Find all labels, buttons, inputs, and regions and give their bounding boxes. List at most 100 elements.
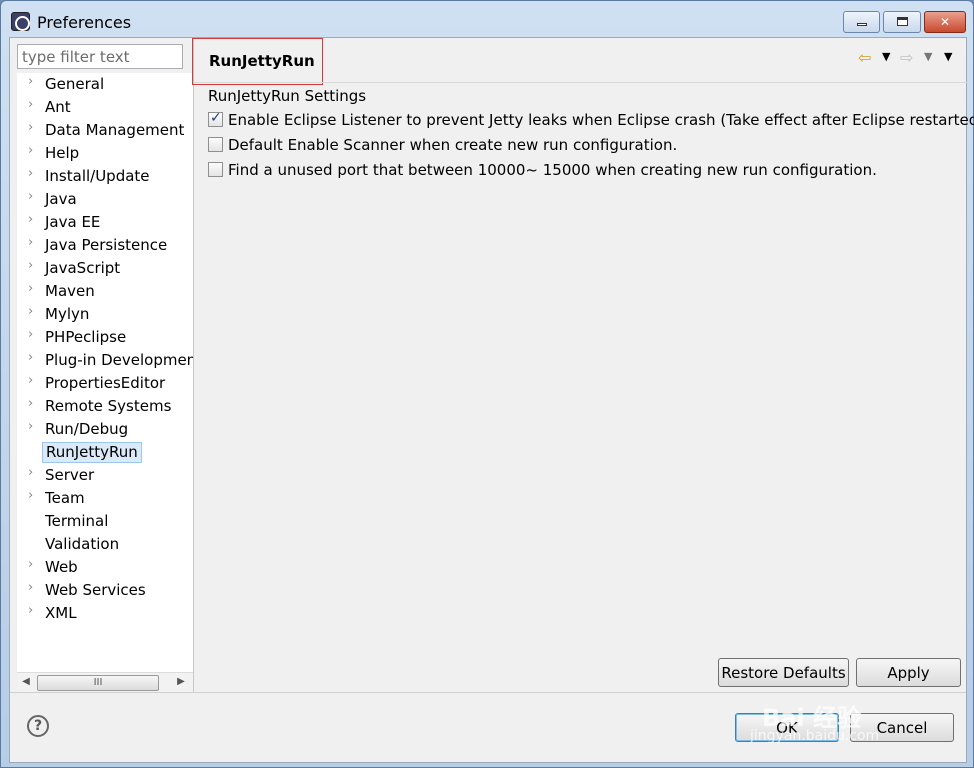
chevron-right-icon[interactable]: ›	[28, 166, 40, 181]
maximize-icon	[896, 17, 908, 26]
title-separator	[194, 82, 968, 83]
chevron-right-icon[interactable]: ›	[28, 396, 40, 411]
tree-item-label: XML	[45, 604, 77, 622]
tree-item[interactable]: › Web	[17, 556, 193, 579]
option-label: Find a unused port that between 10000~ 1…	[228, 161, 877, 179]
chevron-right-icon[interactable]: ›	[28, 488, 40, 503]
tree-item[interactable]: › Plug-in Development	[17, 349, 193, 372]
tree-item-label: Team	[45, 489, 85, 507]
preference-tree: › General › Ant › Data Management › Help › Instal…	[17, 73, 193, 693]
tree-item-label: Java EE	[45, 213, 101, 231]
scroll-thumb[interactable]: III	[37, 675, 159, 691]
forward-dropdown-icon[interactable]: ▼	[924, 50, 932, 63]
tree-item[interactable]: › Java Persistence	[17, 234, 193, 257]
tree-item-label: Help	[45, 144, 80, 162]
tree-item[interactable]: › Java EE	[17, 211, 193, 234]
chevron-right-icon[interactable]: ›	[28, 350, 40, 365]
dialog-client-area: › General › Ant › Data Management › Help › Instal…	[9, 37, 974, 763]
tree-item-label: Validation	[45, 535, 120, 553]
tree-item[interactable]: Validation	[17, 533, 193, 556]
filter-input[interactable]	[17, 44, 183, 69]
tree-item[interactable]: RunJettyRun	[17, 441, 193, 464]
tree-item[interactable]: › PHPeclipse	[17, 326, 193, 349]
tree-item[interactable]: › Remote Systems	[17, 395, 193, 418]
chevron-right-icon[interactable]: ›	[28, 258, 40, 273]
option-label: Enable Eclipse Listener to prevent Jetty…	[228, 111, 974, 129]
tree-item-label: JavaScript	[45, 259, 121, 277]
tree-item[interactable]: › Help	[17, 142, 193, 165]
tree-item-label: Web	[45, 558, 78, 576]
chevron-right-icon[interactable]: ›	[28, 120, 40, 135]
chevron-right-icon[interactable]: ›	[28, 327, 40, 342]
settings-section-label: RunJettyRun Settings	[208, 87, 367, 105]
checkbox[interactable]	[208, 137, 223, 152]
tree-item-label: PropertiesEditor	[45, 374, 166, 392]
view-menu-icon[interactable]: ▼	[944, 50, 952, 63]
chevron-right-icon[interactable]: ›	[28, 143, 40, 158]
forward-arrow-icon[interactable]: ⇨	[900, 48, 913, 67]
back-arrow-icon[interactable]: ⇦	[858, 48, 871, 67]
tree-item[interactable]: › PropertiesEditor	[17, 372, 193, 395]
watermark-url: jingyan.baidu.com	[750, 728, 880, 744]
tree-item-label: Run/Debug	[45, 420, 129, 438]
tree-item-label: Plug-in Development	[45, 351, 193, 369]
tree-item-label: Data Management	[45, 121, 185, 139]
tree-item[interactable]: › Install/Update	[17, 165, 193, 188]
tree-item-label: Java	[45, 190, 77, 208]
preferences-window: Preferences ✕ › General › Ant › Data Manageme…	[0, 0, 974, 768]
minimize-button[interactable]	[843, 11, 880, 33]
tree-item[interactable]: › Mylyn	[17, 303, 193, 326]
chevron-right-icon[interactable]: ›	[28, 212, 40, 227]
back-dropdown-icon[interactable]: ▼	[882, 50, 890, 63]
chevron-right-icon[interactable]: ›	[28, 419, 40, 434]
chevron-right-icon[interactable]: ›	[28, 74, 40, 89]
tree-item[interactable]: › Java	[17, 188, 193, 211]
close-button[interactable]: ✕	[924, 11, 966, 33]
panel-sash[interactable]	[193, 38, 194, 692]
tree-item[interactable]: › Ant	[17, 96, 193, 119]
chevron-right-icon[interactable]: ›	[28, 465, 40, 480]
tree-item-label: Server	[45, 466, 95, 484]
maximize-button[interactable]	[883, 11, 921, 33]
chevron-right-icon[interactable]: ›	[28, 603, 40, 618]
tree-item-label: Maven	[45, 282, 95, 300]
restore-defaults-button[interactable]: Restore Defaults	[718, 658, 849, 687]
tree-item[interactable]: › Run/Debug	[17, 418, 193, 441]
chevron-right-icon[interactable]: ›	[28, 235, 40, 250]
tree-item-label: Install/Update	[45, 167, 150, 185]
title-bar[interactable]: Preferences ✕	[1, 1, 973, 37]
scroll-right-icon[interactable]: ▶	[175, 676, 187, 687]
option-label: Default Enable Scanner when create new r…	[228, 136, 678, 154]
checkbox[interactable]	[208, 110, 223, 127]
tree-item[interactable]: › Data Management	[17, 119, 193, 142]
tree-horizontal-scrollbar[interactable]: ◀ III ▶	[17, 672, 193, 692]
tree-item-label: Remote Systems	[45, 397, 172, 415]
tree-item-label: Ant	[45, 98, 71, 116]
scroll-left-icon[interactable]: ◀	[20, 676, 32, 687]
tree-item[interactable]: › Web Services	[17, 579, 193, 602]
bottom-separator	[10, 692, 966, 693]
tree-item-label: PHPeclipse	[45, 328, 127, 346]
help-icon[interactable]: ?	[27, 715, 49, 737]
tree-item[interactable]: › Server	[17, 464, 193, 487]
window-title: Preferences	[37, 13, 132, 32]
tree-item[interactable]: Terminal	[17, 510, 193, 533]
close-icon: ✕	[939, 15, 951, 29]
checkbox[interactable]	[208, 162, 223, 177]
tree-item[interactable]: › XML	[17, 602, 193, 625]
chevron-right-icon[interactable]: ›	[28, 97, 40, 112]
tree-item[interactable]: › JavaScript	[17, 257, 193, 280]
tree-item[interactable]: › Team	[17, 487, 193, 510]
chevron-right-icon[interactable]: ›	[28, 373, 40, 388]
tree-item[interactable]: › General	[17, 73, 193, 96]
chevron-right-icon[interactable]: ›	[28, 189, 40, 204]
apply-button[interactable]: Apply	[856, 658, 961, 687]
tree-item-label: Mylyn	[45, 305, 90, 323]
chevron-right-icon[interactable]: ›	[28, 557, 40, 572]
chevron-right-icon[interactable]: ›	[28, 304, 40, 319]
chevron-right-icon[interactable]: ›	[28, 580, 40, 595]
tree-item[interactable]: › Maven	[17, 280, 193, 303]
tree-item-label: General	[45, 75, 105, 93]
chevron-right-icon[interactable]: ›	[28, 281, 40, 296]
tree-item-label: Terminal	[45, 512, 109, 530]
